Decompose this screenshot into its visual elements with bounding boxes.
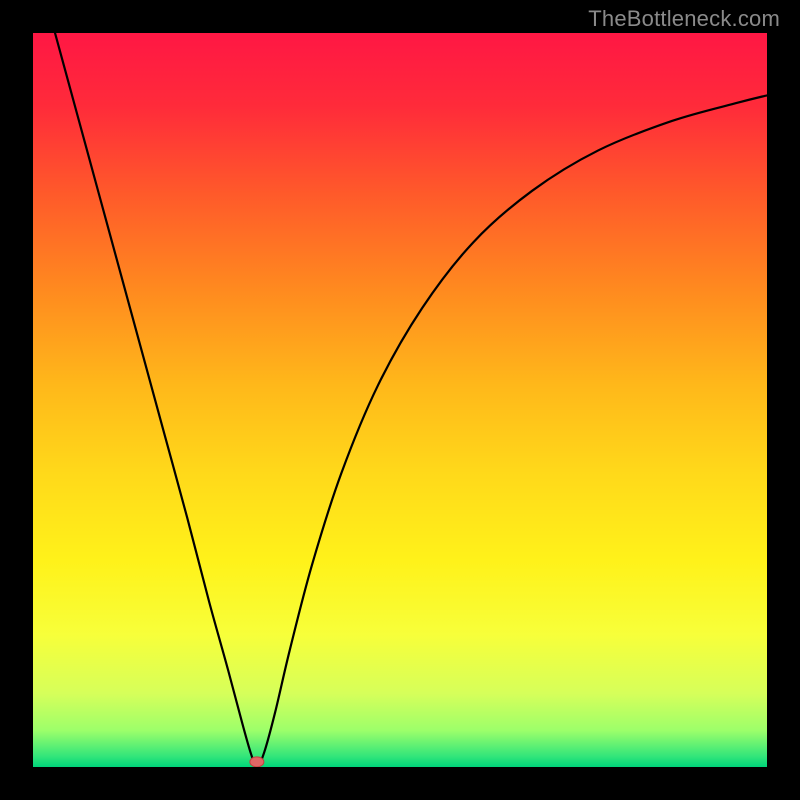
gradient-background [33,33,767,767]
plot-svg [33,33,767,767]
plot-area [33,33,767,767]
optimum-marker [250,757,264,767]
chart-frame: TheBottleneck.com [0,0,800,800]
watermark-text: TheBottleneck.com [588,6,780,32]
